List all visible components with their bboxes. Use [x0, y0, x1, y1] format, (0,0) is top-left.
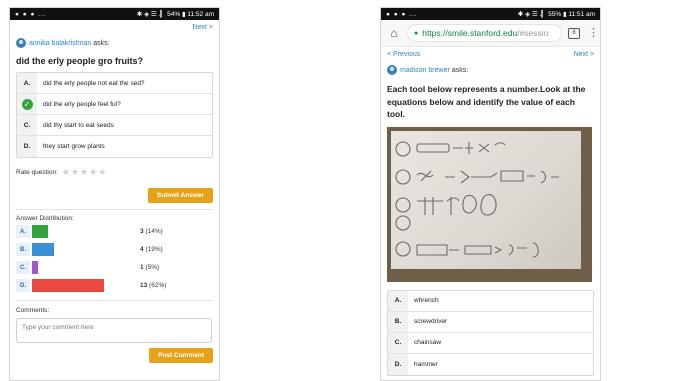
asker-row: annika balakrishnan asks:	[16, 36, 213, 50]
next-link[interactable]: Next >	[193, 24, 213, 31]
distribution-row: C. 1 (5%)	[16, 259, 213, 276]
distribution-row: D. 13 (62%)	[16, 277, 213, 294]
option-text: they start grow plants	[43, 143, 105, 150]
option-text: screwdriver	[414, 318, 448, 325]
checkmark-icon: ✓	[21, 98, 33, 110]
nav-row: < Previous Next >	[387, 47, 594, 61]
option-text: did the erly people feel ful?	[43, 100, 121, 108]
option-letter: D.	[17, 136, 37, 157]
distribution-bar	[32, 225, 49, 238]
next-link[interactable]: Next >	[574, 51, 594, 58]
previous-link[interactable]: < Previous	[387, 51, 420, 58]
submit-answer-button[interactable]: Submit Answer	[147, 188, 213, 203]
avatar	[387, 65, 397, 75]
distribution-row: A. 3 (14%)	[16, 223, 213, 240]
option-text: did the erly people not eat the sed?	[43, 79, 145, 87]
tabs-icon[interactable]: 8	[568, 27, 580, 39]
answer-option-b[interactable]: B. screwdriver	[388, 311, 593, 333]
answer-distribution: A. 3 (14%) B. 4 (19%) C. 1 (5%) D. 13 (6…	[16, 223, 213, 294]
asker-row: madison brewer asks:	[387, 63, 594, 77]
option-letter: D.	[388, 353, 408, 375]
post-comment-button[interactable]: Post Comment	[149, 348, 213, 363]
address-bar[interactable]: ● https://smile.stanford.edu/#sessio	[407, 24, 562, 42]
lock-icon: ●	[414, 29, 419, 37]
option-letter: C.	[388, 332, 408, 353]
distribution-bar	[32, 279, 104, 292]
divider	[16, 209, 213, 210]
answer-option-d[interactable]: D. they start grow plants	[17, 136, 212, 157]
option-letter: A.	[17, 73, 37, 93]
option-text: chainsaw	[414, 339, 442, 346]
answer-option-c[interactable]: C. chainsaw	[388, 332, 593, 354]
nav-row: Next >	[16, 20, 213, 34]
url-rest: /#sessio	[517, 28, 549, 38]
status-right: ✱ ◈ ☰ .▎ 54% ▮ 11:52 am	[136, 11, 214, 18]
distribution-bar	[32, 261, 38, 274]
answer-option-b[interactable]: ✓ did the erly people feel ful?	[17, 94, 212, 115]
comments-label: Comments:	[16, 307, 50, 314]
asker-name[interactable]: madison brewer	[400, 67, 450, 74]
distribution-letter: D.	[16, 279, 30, 292]
avatar	[16, 38, 26, 48]
distribution-count: 3 (14%)	[140, 228, 163, 235]
divider	[16, 300, 213, 301]
notification-icons: ● ● ● ...	[15, 10, 47, 18]
paper-drawing	[391, 130, 581, 269]
answer-options: A. did the erly people not eat the sed? …	[16, 72, 213, 158]
asker-suffix: asks:	[93, 39, 110, 47]
answer-option-a[interactable]: A. whrench	[388, 290, 593, 312]
option-letter: C.	[17, 115, 37, 135]
asker-suffix: asks:	[451, 66, 469, 74]
question-title: Each tool below represents a number.Look…	[387, 84, 586, 119]
option-letter: ✓	[17, 94, 37, 114]
option-letter: B.	[388, 311, 408, 332]
status-bar: ● ● ● ... ✱ ◈ ☰ .▎ 54% ▮ 11:52 am	[10, 8, 219, 20]
distribution-title: Answer Distribution:	[16, 215, 74, 222]
distribution-bar	[32, 243, 55, 256]
star-rating-icon[interactable]: ★★★★★	[62, 167, 107, 178]
answer-option-d[interactable]: D. hammer	[388, 353, 593, 375]
question-image	[387, 126, 592, 282]
home-icon[interactable]: ⌂	[387, 26, 401, 40]
comment-input[interactable]	[16, 318, 212, 343]
option-text: hammer	[414, 360, 438, 368]
distribution-letter: B.	[16, 243, 30, 256]
distribution-letter: A.	[16, 225, 30, 238]
rate-question: Rate question: ★★★★★	[16, 167, 213, 178]
tool-equations-drawing	[395, 140, 559, 258]
distribution-count: 1 (5%)	[140, 264, 160, 271]
menu-icon[interactable]: ⋮	[588, 27, 599, 39]
distribution-count: 13 (62%)	[140, 282, 167, 289]
right-phone-screen: ● ● ● ... ✱ ◈ ☰ .▎ 55% ▮ 11:51 am ⌂ ● ht…	[380, 7, 601, 381]
distribution-letter: C.	[16, 261, 30, 274]
question-title: did the erly people gro fruits?	[16, 56, 144, 66]
option-text: whrench	[414, 297, 439, 304]
status-right: ✱ ◈ ☰ .▎ 55% ▮ 11:51 am	[517, 11, 595, 18]
distribution-row: B. 4 (19%)	[16, 241, 213, 258]
browser-toolbar: ⌂ ● https://smile.stanford.edu/#sessio 8…	[381, 20, 600, 47]
asker-name[interactable]: annika balakrishnan	[29, 40, 91, 47]
distribution-count: 4 (19%)	[140, 246, 163, 253]
rate-label: Rate question:	[16, 169, 58, 176]
notification-icons: ● ● ● ...	[386, 10, 418, 18]
url-main: https://smile.stanford.edu	[422, 28, 518, 38]
left-phone-screen: ● ● ● ... ✱ ◈ ☰ .▎ 54% ▮ 11:52 am Next >…	[9, 7, 220, 381]
answer-options: A. whrench B. screwdriver C. chainsaw D.…	[387, 289, 594, 376]
answer-option-a[interactable]: A. did the erly people not eat the sed?	[17, 73, 212, 94]
option-letter: A.	[388, 290, 408, 311]
status-bar: ● ● ● ... ✱ ◈ ☰ .▎ 55% ▮ 11:51 am	[381, 8, 600, 20]
option-text: did thy start to eat seeds	[43, 121, 114, 129]
answer-option-c[interactable]: C. did thy start to eat seeds	[17, 115, 212, 136]
